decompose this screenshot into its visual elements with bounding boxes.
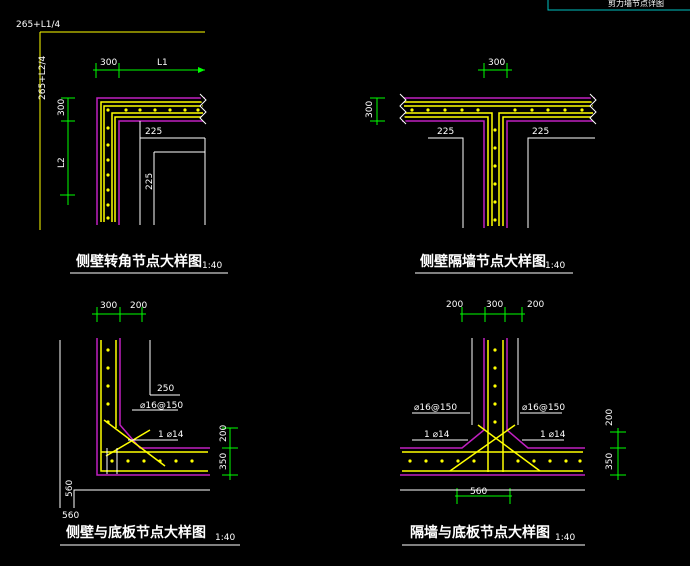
d2-dim-300h: 300 [365, 101, 375, 118]
d1-dim-225b: 225 [145, 173, 155, 190]
d1-dim-300h: 300 [57, 99, 67, 116]
d1-dim-left-overall: 265+L2/4 [38, 56, 48, 100]
d1-scale: 1:40 [202, 261, 222, 271]
d2-dim-225a: 225 [437, 127, 454, 137]
d4-scale: 1:40 [555, 533, 575, 543]
d4-dim-560: 560 [470, 487, 487, 497]
d1-dim-225a: 225 [145, 127, 162, 137]
cad-drawing-canvas[interactable]: 剪力墙节点详图 265+L1/4 265+L2/4 300 L1 300 L2 [0, 0, 690, 566]
title-tag: 剪力墙节点详图 [547, 0, 690, 11]
d1-dim-300w: 300 [100, 58, 117, 68]
d1-dim-top-overall: 265+L1/4 [16, 20, 60, 30]
d3-dim-560b: 560 [62, 511, 79, 521]
d2-dim-225b: 225 [532, 127, 549, 137]
detail-2-tee: 300 300 225 225 侧壁隔墙节点大样图 1:40 [365, 58, 597, 274]
d3-dim-200h: 200 [219, 425, 229, 442]
cad-drawing: 剪力墙节点详图 265+L1/4 265+L2/4 300 L1 300 L2 [16, 0, 690, 546]
d4-dim-300: 300 [486, 300, 503, 310]
d4-dim-200a: 200 [446, 300, 463, 310]
d4-bar2-right: 1 ⌀14 [540, 430, 566, 440]
d4-bar1-left: ⌀16@150 [414, 403, 457, 413]
d3-dim-200w: 200 [130, 301, 147, 311]
d2-dim-300w: 300 [488, 58, 505, 68]
d1-caption: 侧壁转角节点大样图 [76, 253, 202, 270]
detail-1-corner: 265+L1/4 265+L2/4 300 L1 300 L2 225 225 … [16, 20, 228, 274]
d1-dim-L2: L2 [57, 157, 67, 168]
d1-dim-L1: L1 [157, 58, 168, 68]
d2-caption: 侧壁隔墙节点大样图 [420, 253, 546, 270]
d4-bar2-left: 1 ⌀14 [424, 430, 450, 440]
d3-dim-300w: 300 [100, 301, 117, 311]
d4-caption: 隔墙与底板节点大样图 [410, 524, 550, 541]
d4-bar1-right: ⌀16@150 [522, 403, 565, 413]
d3-caption: 侧壁与底板节点大样图 [66, 524, 206, 541]
d3-bar1: ⌀16@150 [140, 401, 183, 411]
d3-bar2: 1 ⌀14 [158, 430, 184, 440]
d3-dim-350h: 350 [219, 453, 229, 470]
d4-dim-350h: 350 [605, 453, 615, 470]
title-tag-text: 剪力墙节点详图 [608, 0, 664, 8]
d3-dim-560a: 560 [65, 480, 75, 497]
d2-scale: 1:40 [545, 261, 565, 271]
d4-dim-200b: 200 [527, 300, 544, 310]
detail-4-partition-slab: 200 300 200 200 350 560 ⌀16@150 ⌀16@150 … [400, 300, 626, 546]
d3-scale: 1:40 [215, 533, 235, 543]
d3-dim-250: 250 [157, 384, 174, 394]
d4-dim-200h: 200 [605, 409, 615, 426]
detail-3-wall-slab: 300 200 200 350 250 ⌀16@150 1 ⌀14 560 56… [59, 301, 240, 546]
